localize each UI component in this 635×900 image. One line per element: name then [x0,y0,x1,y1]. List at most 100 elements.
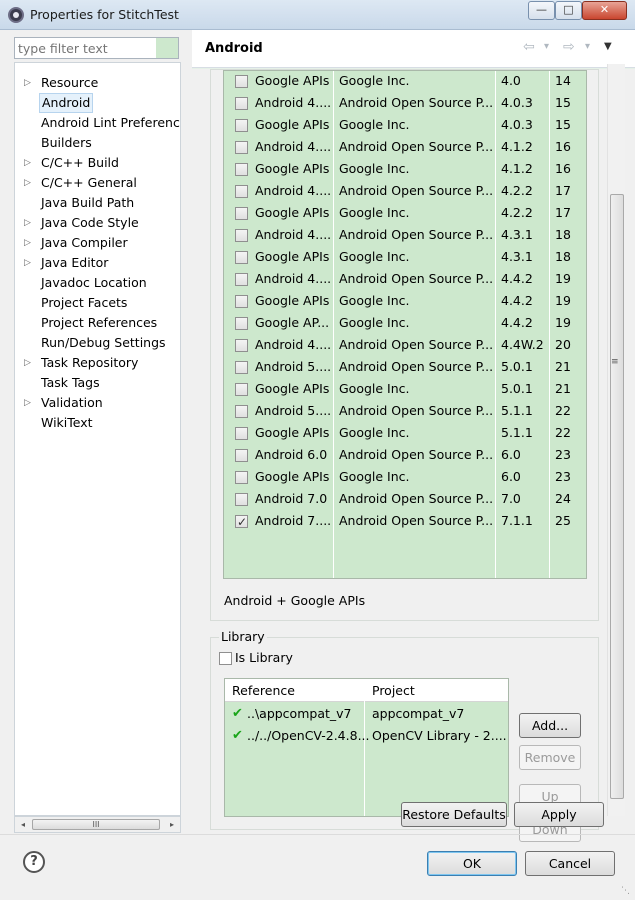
library-reference-row[interactable]: ✔ ../../OpenCV-2.4.8... OpenCV Library - 2… [225,725,508,747]
expand-arrow-icon[interactable]: ▷ [24,393,34,413]
tree-horizontal-scrollbar[interactable]: ◂ III ▸ [14,816,181,833]
build-target-row[interactable]: Android 5.... Android Open Source P... 5.0… [224,356,586,378]
maximize-button[interactable]: □ [555,1,582,20]
ok-button[interactable]: OK [427,851,517,876]
forward-dropdown-icon[interactable]: ▾ [585,41,590,52]
view-menu-icon[interactable]: ▼ [604,41,612,52]
cancel-button[interactable]: Cancel [525,851,615,876]
target-api-level: 22 [555,403,571,418]
build-target-row[interactable]: Android 4.... Android Open Source P... 4.2… [224,180,586,202]
expand-arrow-icon[interactable]: ▷ [24,153,34,173]
target-checkbox[interactable] [235,251,248,264]
build-target-row[interactable]: Google APIs Google Inc. 4.0.3 15 [224,114,586,136]
target-name: Android 4.... [255,337,332,352]
footer-separator [0,834,635,835]
remove-library-button[interactable]: Remove [519,745,581,770]
target-checkbox[interactable] [235,75,248,88]
build-target-row[interactable]: Google APIs Google Inc. 4.0 14 [224,71,586,92]
build-target-row[interactable]: Android 7.0 Android Open Source P... 7.0 24 [224,488,586,510]
help-icon[interactable]: ? [23,851,45,873]
target-checkbox[interactable] [235,317,248,330]
target-checkbox[interactable] [235,295,248,308]
target-name: Android 4.... [255,139,332,154]
page-vertical-scrollbar[interactable]: ≡ [607,64,625,816]
build-target-row[interactable]: Google AP... Google Inc. 4.4.2 19 [224,312,586,334]
scroll-left-icon[interactable]: ◂ [16,818,30,831]
android-page: Android ⇦ ▾ ⇨ ▾ ▼ Google APIs Google Inc.… [192,30,635,842]
close-button[interactable]: ✕ [582,1,627,20]
build-target-row[interactable]: Google APIs Google Inc. 5.0.1 21 [224,378,586,400]
apply-button[interactable]: Apply [514,802,604,827]
clear-filter-icon[interactable] [156,38,178,58]
filter-box [14,37,179,59]
build-target-row[interactable]: Android 4.... Android Open Source P... 4.1… [224,136,586,158]
scroll-thumb[interactable]: III [32,819,160,830]
target-checkbox[interactable] [235,229,248,242]
target-checkbox[interactable] [235,185,248,198]
target-checkbox[interactable] [235,361,248,374]
resize-grip-icon[interactable]: ⋱ [621,886,630,896]
target-platform: 4.1.2 [501,139,533,154]
scroll-right-icon[interactable]: ▸ [165,818,179,831]
build-target-row[interactable]: Google APIs Google Inc. 4.1.2 16 [224,158,586,180]
target-checkbox[interactable] [235,405,248,418]
filter-input[interactable] [15,38,155,58]
add-library-button[interactable]: Add... [519,713,581,738]
expand-arrow-icon[interactable]: ▷ [24,173,34,193]
target-checkbox[interactable] [235,163,248,176]
target-checkbox[interactable] [235,273,248,286]
back-arrow-icon[interactable]: ⇦ [523,39,535,55]
reference-column-header[interactable]: Reference [232,683,295,698]
target-checkbox[interactable] [235,119,248,132]
target-checkbox[interactable] [235,141,248,154]
scroll-thumb[interactable] [610,194,624,799]
build-target-row[interactable]: Google APIs Google Inc. 4.3.1 18 [224,246,586,268]
build-target-row[interactable]: Android 6.0 Android Open Source P... 6.0 23 [224,444,586,466]
build-target-row[interactable]: Google APIs Google Inc. 6.0 23 [224,466,586,488]
target-platform: 7.0 [501,491,521,506]
target-checkbox[interactable] [235,511,248,533]
tree-item-label: Builders [41,135,92,150]
expand-arrow-icon[interactable]: ▷ [24,73,34,93]
is-library-checkbox[interactable] [219,652,232,665]
target-vendor: Google Inc. [339,73,410,88]
build-target-row[interactable]: Google APIs Google Inc. 4.2.2 17 [224,202,586,224]
build-target-row[interactable]: Android 4.... Android Open Source P... 4.0… [224,92,586,114]
back-dropdown-icon[interactable]: ▾ [544,41,549,52]
tree-item-label: Run/Debug Settings [41,335,166,350]
expand-arrow-icon[interactable]: ▷ [24,233,34,253]
target-platform: 4.3.1 [501,249,533,264]
build-target-row[interactable]: Google APIs Google Inc. 5.1.1 22 [224,422,586,444]
target-vendor: Google Inc. [339,469,410,484]
build-target-row[interactable]: Android 7.... Android Open Source P... 7.1… [224,510,586,533]
restore-defaults-button[interactable]: Restore Defaults [401,802,507,827]
build-target-row[interactable]: Android 5.... Android Open Source P... 5.1… [224,400,586,422]
forward-arrow-icon[interactable]: ⇨ [563,39,575,55]
expand-arrow-icon[interactable]: ▷ [24,353,34,373]
target-api-level: 24 [555,491,571,506]
target-api-level: 15 [555,117,571,132]
is-library-label[interactable]: Is Library [235,650,293,665]
target-checkbox[interactable] [235,449,248,462]
target-checkbox[interactable] [235,471,248,484]
target-checkbox[interactable] [235,97,248,110]
target-name: Google APIs [255,117,330,132]
expand-arrow-icon[interactable]: ▷ [24,253,34,273]
green-check-icon: ✔ [232,706,243,721]
build-target-row[interactable]: Google APIs Google Inc. 4.4.2 19 [224,290,586,312]
expand-arrow-icon[interactable]: ▷ [24,213,34,233]
target-checkbox[interactable] [235,207,248,220]
target-checkbox[interactable] [235,493,248,506]
tree-item-label: WikiText [41,415,93,430]
target-api-level: 18 [555,249,571,264]
target-checkbox[interactable] [235,383,248,396]
build-target-row[interactable]: Android 4.... Android Open Source P... 4.4… [224,268,586,290]
scroll-grip-icon: ≡ [611,357,619,367]
build-target-row[interactable]: Android 4.... Android Open Source P... 4.4… [224,334,586,356]
target-checkbox[interactable] [235,339,248,352]
library-reference-row[interactable]: ✔ ..\appcompat_v7 appcompat_v7 [225,703,508,725]
target-checkbox[interactable] [235,427,248,440]
project-column-header[interactable]: Project [372,683,415,698]
build-target-row[interactable]: Android 4.... Android Open Source P... 4.3… [224,224,586,246]
minimize-button[interactable]: — [528,1,555,20]
